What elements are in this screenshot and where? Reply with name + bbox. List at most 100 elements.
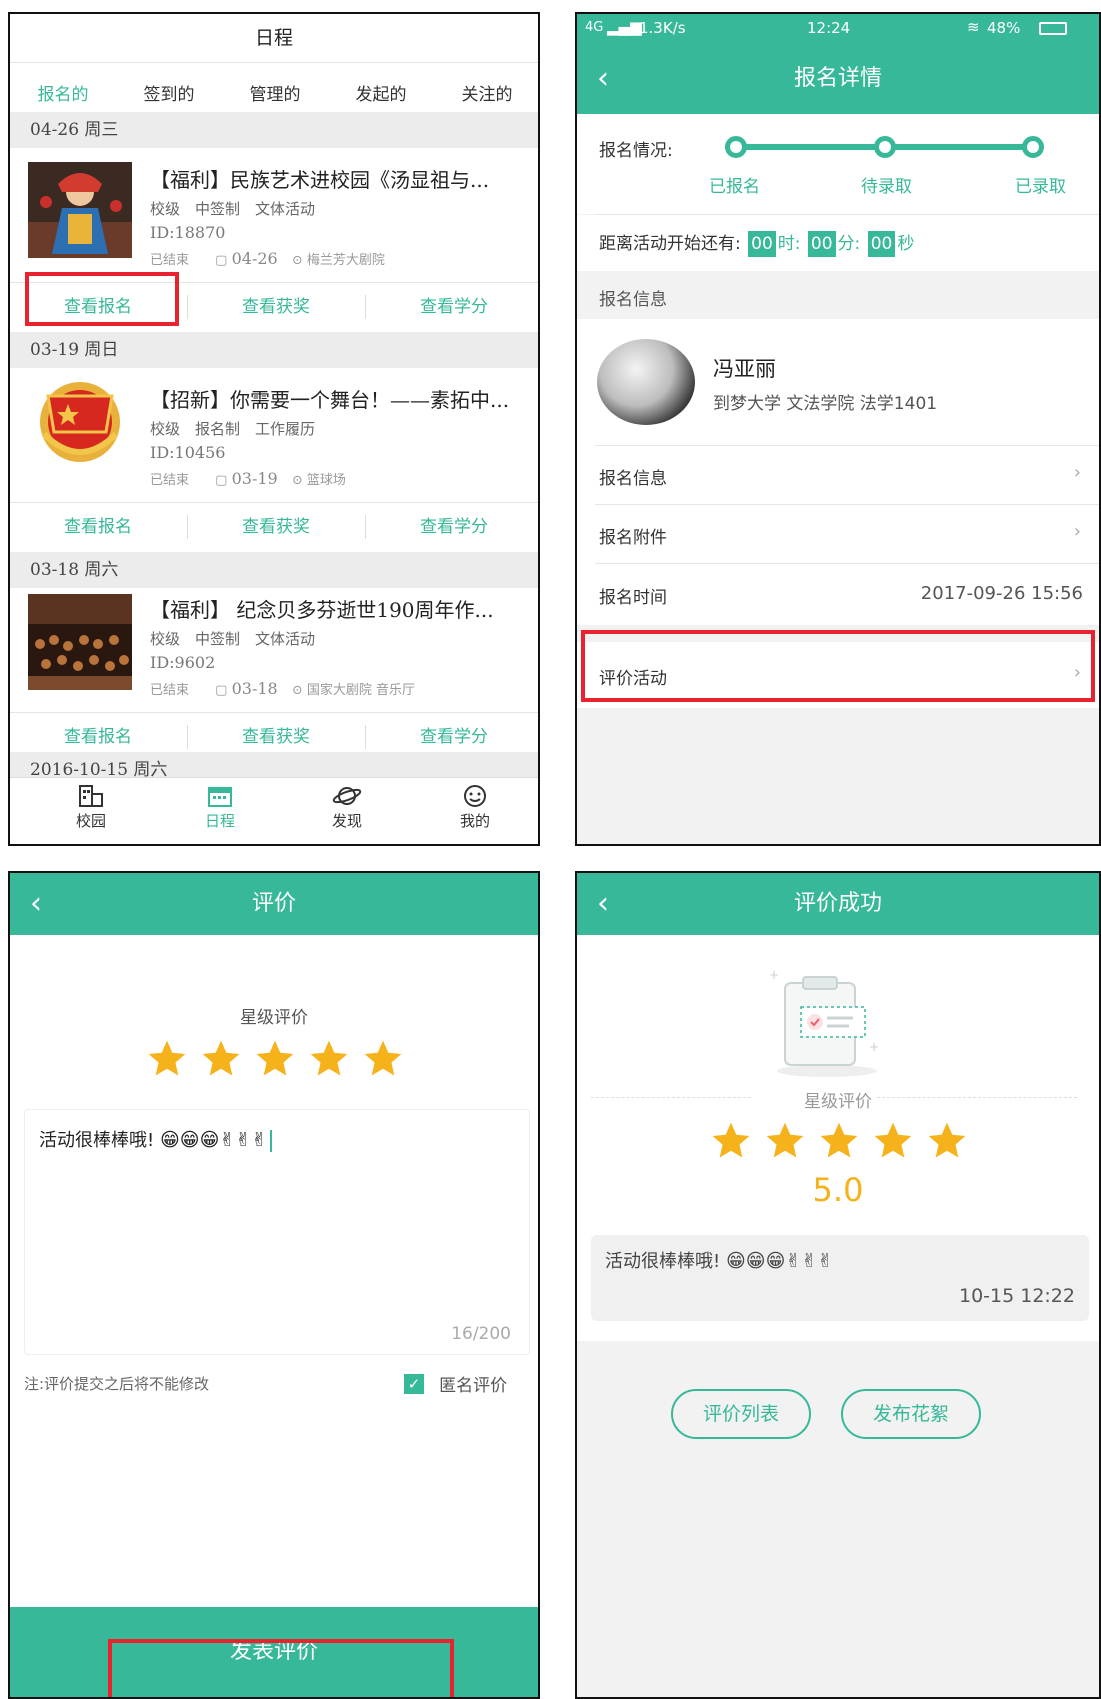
star-rating-label: 星级评价 — [240, 1008, 308, 1028]
tab-discover[interactable]: 发现 — [282, 784, 412, 831]
registration-time-row: 报名时间 2017-09-26 15:56 — [577, 564, 1099, 624]
anonymous-checkbox[interactable]: ✓ 匿名评价 — [404, 1371, 507, 1396]
highlight-box — [581, 630, 1095, 702]
page-title: 日程 — [254, 27, 293, 49]
registration-info-row[interactable]: 报名信息 › — [577, 446, 1099, 504]
battery-icon — [1039, 22, 1067, 35]
row-label: 报名信息 — [599, 469, 667, 489]
back-arrow-icon[interactable]: ‹ — [30, 873, 42, 935]
seconds-unit: 秒 — [897, 234, 915, 254]
location-pin-icon: ⊙ — [291, 683, 303, 698]
date-header: 03-19 周日 — [10, 332, 538, 368]
tab-schedule[interactable]: 日程 — [155, 784, 285, 831]
tab-campus[interactable]: 校园 — [26, 784, 156, 831]
nav-bar: ‹ 评价 — [10, 873, 538, 935]
tab-mine[interactable]: 我的 — [410, 784, 538, 831]
star-rating — [709, 1119, 979, 1167]
registration-attachment-row[interactable]: 报名附件 › — [577, 505, 1099, 563]
activity-footer: 已结束 ▢ 04-26 ⊙ 梅兰芳大剧院 — [150, 249, 385, 268]
date-header: 04-26 周三 — [10, 112, 538, 148]
comment-content: 活动很棒棒哦! — [39, 1130, 155, 1151]
activity-thumbnail[interactable] — [28, 374, 132, 470]
status-badge: 已结束 — [150, 683, 190, 698]
building-icon — [79, 785, 103, 807]
activity-id: ID:9602 — [150, 653, 216, 672]
step-label: 已录取 — [1015, 177, 1066, 197]
user-school: 到梦大学 文法学院 法学1401 — [713, 394, 938, 414]
minutes-unit: 分: — [837, 234, 861, 254]
calendar-icon: ▢ — [215, 253, 228, 268]
status-badge: 已结束 — [150, 473, 190, 488]
activity-footer: 已结束 ▢ 03-19 ⊙ 篮球场 — [150, 469, 346, 488]
evaluation-list-button[interactable]: 评价列表 — [671, 1389, 811, 1439]
view-awards-button[interactable]: 查看获奖 — [188, 283, 364, 331]
star-icon — [928, 1122, 966, 1158]
activity-date: 03-19 — [231, 469, 278, 488]
activity-title[interactable]: 【福利】 纪念贝多芬逝世190周年作... — [150, 594, 494, 623]
character-counter: 16/200 — [451, 1324, 511, 1344]
star-icon[interactable] — [253, 1037, 297, 1081]
activity-thumbnail[interactable] — [28, 594, 132, 690]
comment-content: 活动很棒棒哦! — [605, 1251, 721, 1272]
activity-location: 篮球场 — [306, 473, 346, 488]
info-list: 冯亚丽 到梦大学 文法学院 法学1401 报名信息 › 报名附件 › 报名时间 … — [577, 319, 1099, 625]
calendar-icon — [208, 787, 232, 807]
view-credits-button[interactable]: 查看学分 — [366, 503, 538, 551]
text-cursor — [270, 1130, 273, 1152]
star-icon[interactable] — [361, 1037, 405, 1081]
evaluate-success-screen: ‹ 评价成功 + + 星级评价 5.0 活动很棒棒哦! 😁😁😁✌✌✌ 10-15… — [575, 871, 1101, 1699]
registration-detail-screen: 4G ▂▄▆ 1.3K/s 12:24 ≋ 48% ‹ 报名详情 报名情况: 已… — [575, 12, 1101, 846]
checkmark-icon: ✓ — [404, 1373, 424, 1394]
step-dot — [725, 136, 747, 158]
chevron-right-icon: › — [1073, 462, 1081, 483]
action-row: 查看报名 查看获奖 查看学分 — [10, 502, 538, 551]
progress-section: 报名情况: 已报名 待录取 已录取 — [577, 114, 1099, 214]
smiley-icon — [464, 785, 486, 807]
back-arrow-icon[interactable]: ‹ — [597, 873, 609, 935]
activity-title[interactable]: 【招新】你需要一个舞台！——素拓中... — [150, 384, 509, 413]
countdown-label: 距离活动开始还有: — [599, 234, 741, 254]
location-pin-icon: ⊙ — [291, 473, 303, 488]
back-arrow-icon[interactable]: ‹ — [597, 44, 609, 114]
step-dot — [874, 136, 896, 158]
view-awards-button[interactable]: 查看获奖 — [188, 503, 364, 551]
status-bar: 4G ▂▄▆ 1.3K/s 12:24 ≋ 48% — [577, 14, 1099, 44]
star-icon — [766, 1122, 804, 1158]
rating-score: 5.0 — [812, 1171, 864, 1209]
activity-thumbnail[interactable] — [28, 162, 132, 258]
comment-text: 活动很棒棒哦! 😁😁😁✌✌✌ — [605, 1247, 833, 1273]
page-title: 评价成功 — [793, 891, 882, 916]
star-icon[interactable] — [307, 1037, 351, 1081]
tab-label: 发现 — [331, 812, 362, 830]
bottom-tab-bar: 校园 日程 发现 我的 — [10, 777, 538, 844]
view-registration-button[interactable]: 查看报名 — [10, 503, 186, 551]
star-icon[interactable] — [199, 1037, 243, 1081]
anonymous-label: 匿名评价 — [439, 1376, 508, 1396]
star-icon — [712, 1122, 750, 1158]
star-rating[interactable] — [145, 1037, 415, 1085]
avatar — [597, 339, 695, 425]
activity-meta: 校级 报名制 工作履历 — [150, 420, 316, 438]
page-title: 报名详情 — [793, 66, 882, 91]
comment-text: 活动很棒棒哦! 😁😁😁✌✌✌ — [39, 1126, 273, 1152]
date-header: 03-18 周六 — [10, 552, 538, 588]
evaluate-screen: ‹ 评价 星级评价 活动很棒棒哦! 😁😁😁✌✌✌ 16/200 注:评价提交之后… — [8, 871, 540, 1699]
view-credits-button[interactable]: 查看学分 — [366, 283, 538, 331]
activity-meta: 校级 中签制 文体活动 — [150, 200, 316, 218]
activity-title[interactable]: 【福利】民族艺术进校园《汤显祖与... — [150, 164, 489, 193]
activity-date: 03-18 — [231, 679, 278, 698]
comment-textarea[interactable]: 活动很棒棒哦! 😁😁😁✌✌✌ 16/200 — [24, 1109, 530, 1355]
section-title: 报名信息 — [599, 290, 667, 310]
divider — [10, 62, 538, 63]
step-label: 已报名 — [709, 177, 760, 197]
star-icon[interactable] — [145, 1037, 189, 1081]
countdown: 距离活动开始还有: 00 时: 00 分: 00 秒 — [599, 229, 914, 257]
svg-text:+: + — [769, 968, 779, 982]
post-highlights-button[interactable]: 发布花絮 — [841, 1389, 981, 1439]
countdown-minutes: 00 — [807, 231, 836, 257]
comment-emojis: 😁😁😁✌✌✌ — [159, 1129, 268, 1151]
comment-time: 10-15 12:22 — [958, 1285, 1075, 1307]
activity-meta: 校级 中签制 文体活动 — [150, 630, 316, 648]
network-speed: 1.3K/s — [639, 19, 686, 37]
activity-id: ID:10456 — [150, 443, 226, 462]
